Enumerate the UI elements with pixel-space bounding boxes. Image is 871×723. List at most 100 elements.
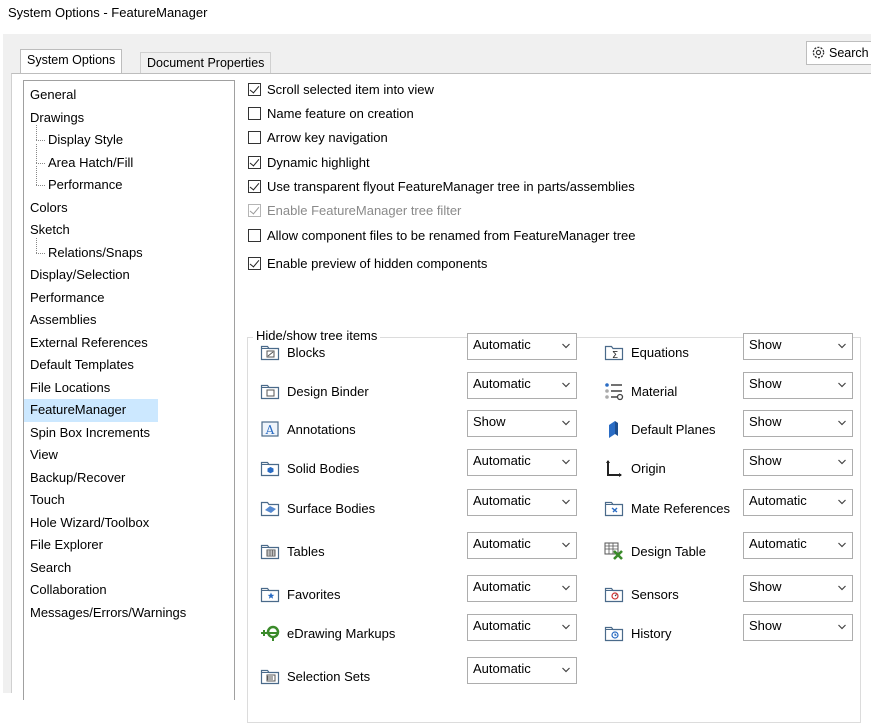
chevron-down-icon: [562, 459, 570, 465]
nav-item-area-hatch-fill-sub[interactable]: Area Hatch/Fill: [24, 143, 234, 175]
nav-item-drawings[interactable]: Drawings: [24, 107, 234, 130]
chevron-down-icon: [562, 382, 570, 388]
option-arrow-key-navigation[interactable]: Arrow key navigation: [248, 127, 388, 147]
nav-item-display-selection[interactable]: Display/Selection: [24, 264, 234, 287]
nav-item-default-templates[interactable]: Default Templates: [24, 354, 234, 377]
tree-item-label: Material: [631, 383, 678, 399]
nav-item-hole-wizard-toolbox[interactable]: Hole Wizard/Toolbox: [24, 512, 234, 535]
tables-visibility-dropdown[interactable]: Automatic: [467, 532, 577, 559]
nav-item-file-explorer[interactable]: File Explorer: [24, 534, 234, 557]
tree-item-equations: Σ Equations: [604, 339, 689, 365]
chevron-down-icon: [838, 343, 846, 349]
option-label: Allow component files to be renamed from…: [267, 227, 636, 243]
chevron-down-icon: [562, 624, 570, 630]
option-dynamic-highlight[interactable]: Dynamic highlight: [248, 152, 370, 172]
mate-references-visibility-dropdown[interactable]: Automatic: [743, 489, 853, 516]
surface-bodies-visibility-dropdown[interactable]: Automatic: [467, 489, 577, 516]
checkbox[interactable]: [248, 130, 261, 144]
option-allow-component-files-to-be-renamed-from-featuremanager-tree[interactable]: Allow component files to be renamed from…: [248, 225, 636, 245]
category-tree[interactable]: General Drawings Display Style Area Hatch/F…: [23, 80, 235, 700]
default-planes-visibility-dropdown[interactable]: Show: [743, 410, 853, 437]
design-binder-visibility-dropdown[interactable]: Automatic: [467, 372, 577, 399]
tree-item-edrawing-markups: eDrawing Markups: [260, 620, 395, 646]
solid-bodies-visibility-dropdown[interactable]: Automatic: [467, 449, 577, 476]
design-table-visibility-dropdown[interactable]: Automatic: [743, 532, 853, 559]
nav-item-colors[interactable]: Colors: [24, 197, 234, 220]
dropdown-value: Automatic: [473, 661, 531, 676]
checkbox[interactable]: [248, 228, 261, 242]
tree-item-design-binder: Design Binder: [260, 378, 369, 404]
nav-item-sketch[interactable]: Sketch: [24, 219, 234, 242]
selection-sets-visibility-dropdown[interactable]: Automatic: [467, 657, 577, 684]
material-visibility-dropdown[interactable]: Show: [743, 372, 853, 399]
nav-item-backup-recover[interactable]: Backup/Recover: [24, 467, 234, 490]
option-use-transparent-flyout-featuremanager-tree-in-parts-assemblies[interactable]: Use transparent flyout FeatureManager tr…: [248, 176, 635, 196]
solid-bodies-folder-icon: [260, 458, 280, 478]
tree-item-favorites: Favorites: [260, 581, 340, 607]
dropdown-value: Show: [749, 453, 782, 468]
nav-item-performance-sub[interactable]: Performance: [24, 166, 234, 197]
tree-item-label: Sensors: [631, 586, 679, 602]
mate-references-folder-icon: [604, 498, 624, 518]
tree-item-label: Mate References: [631, 500, 730, 516]
dropdown-value: Show: [749, 337, 782, 352]
blocks-folder-icon: [260, 342, 280, 362]
blocks-visibility-dropdown[interactable]: Automatic: [467, 333, 577, 360]
nav-item-featuremanager[interactable]: FeatureManager: [24, 399, 158, 422]
nav-item-view[interactable]: View: [24, 444, 234, 467]
tree-item-tables: Tables: [260, 538, 325, 564]
nav-item-relations-snaps-sub[interactable]: Relations/Snaps: [24, 237, 234, 265]
checkbox[interactable]: [248, 155, 261, 169]
annotations-visibility-dropdown[interactable]: Show: [467, 410, 577, 437]
checkbox[interactable]: [248, 179, 261, 193]
nav-item-assemblies[interactable]: Assemblies: [24, 309, 234, 332]
tables-folder-icon: [260, 541, 280, 561]
option-scroll-selected-item-into-view[interactable]: Scroll selected item into view: [248, 79, 434, 99]
tree-item-label: eDrawing Markups: [287, 625, 396, 641]
surface-bodies-folder-icon: [260, 498, 280, 518]
nav-item-display-style-sub[interactable]: Display Style: [24, 125, 234, 152]
tree-item-label: Annotations: [287, 421, 356, 437]
nav-item-touch[interactable]: Touch: [24, 489, 234, 512]
tree-item-material: Material: [604, 378, 677, 404]
dropdown-value: Automatic: [749, 536, 807, 551]
option-name-feature-on-creation[interactable]: Name feature on creation: [248, 103, 414, 123]
dropdown-value: Show: [749, 414, 782, 429]
tree-item-label: Equations: [631, 344, 689, 360]
favorites-visibility-dropdown[interactable]: Automatic: [467, 575, 577, 602]
tree-item-label: History: [631, 625, 672, 641]
equations-visibility-dropdown[interactable]: Show: [743, 333, 853, 360]
nav-item-spin-box-increments[interactable]: Spin Box Increments: [24, 422, 234, 445]
chevron-down-icon: [838, 585, 846, 591]
chevron-down-icon: [838, 499, 846, 505]
option-enable-preview-of-hidden-components[interactable]: Enable preview of hidden components: [248, 253, 487, 273]
origin-visibility-dropdown[interactable]: Show: [743, 449, 853, 476]
content-panel: General Drawings Display Style Area Hatch/F…: [11, 73, 871, 723]
dropdown-value: Automatic: [473, 618, 531, 633]
tab-system-options[interactable]: System Options: [20, 49, 123, 73]
nav-item-external-references[interactable]: External References: [24, 332, 234, 355]
checkbox[interactable]: [248, 106, 261, 120]
svg-text:Σ: Σ: [612, 350, 618, 361]
nav-item-file-locations[interactable]: File Locations: [24, 377, 234, 400]
search-box[interactable]: Search: [806, 41, 871, 65]
tree-item-default-planes: Default Planes: [604, 416, 716, 442]
nav-item-general[interactable]: General: [24, 84, 234, 107]
tree-item-design-table: Design Table: [604, 538, 706, 564]
tab-document-properties[interactable]: Document Properties: [140, 52, 272, 73]
chevron-down-icon: [838, 459, 846, 465]
tree-item-label: Surface Bodies: [287, 500, 376, 516]
nav-item-collaboration[interactable]: Collaboration: [24, 579, 234, 602]
history-visibility-dropdown[interactable]: Show: [743, 614, 853, 641]
chevron-down-icon: [838, 382, 846, 388]
nav-item-messages-errors-warnings[interactable]: Messages/Errors/Warnings: [24, 602, 234, 625]
nav-item-search[interactable]: Search: [24, 557, 234, 580]
edrawing-markups-visibility-dropdown[interactable]: Automatic: [467, 614, 577, 641]
checkbox[interactable]: [248, 82, 261, 96]
nav-item-performance[interactable]: Performance: [24, 287, 234, 310]
tree-item-label: Origin: [631, 460, 666, 476]
sensors-visibility-dropdown[interactable]: Show: [743, 575, 853, 602]
design-table-icon: [604, 541, 624, 561]
chevron-down-icon: [562, 585, 570, 591]
checkbox[interactable]: [248, 256, 261, 270]
